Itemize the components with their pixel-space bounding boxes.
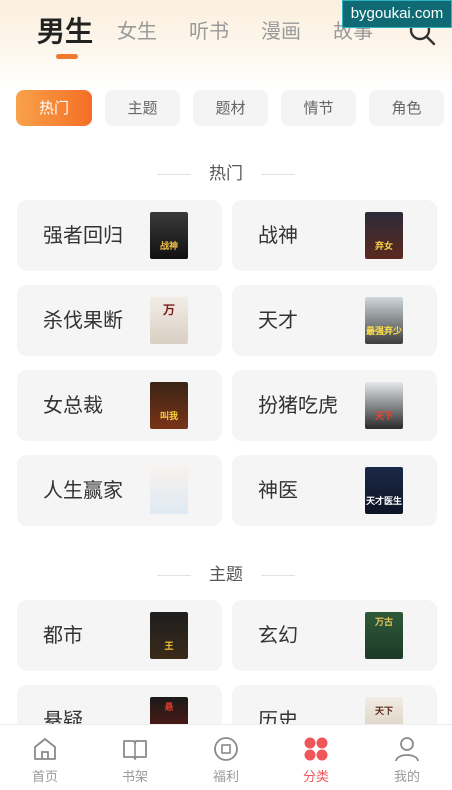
watermark: bygoukai.com: [342, 0, 452, 28]
filter-chip-theme[interactable]: 主题: [105, 90, 180, 126]
book-cover: 天才医生: [365, 467, 403, 514]
cover-text: 悬: [164, 703, 174, 713]
nav-bookshelf[interactable]: 书架: [90, 725, 180, 790]
cover-text: 最强弃少: [365, 327, 402, 337]
category-icon: [304, 737, 328, 761]
category-card[interactable]: 杀伐果断 万: [17, 285, 222, 356]
book-cover: [150, 467, 188, 514]
cover-text: 天下: [374, 412, 393, 422]
divider-line: [261, 174, 295, 175]
category-card[interactable]: 天才 最强弃少: [232, 285, 437, 356]
category-card[interactable]: 人生赢家: [17, 455, 222, 526]
category-label: 扮猪吃虎: [258, 393, 338, 417]
book-cover: 叫我: [150, 382, 188, 429]
cover-text: 万: [162, 303, 175, 317]
filter-chip-genre[interactable]: 题材: [193, 90, 268, 126]
nav-home[interactable]: 首页: [0, 725, 90, 790]
welfare-icon: [214, 737, 238, 761]
tab-audiobook[interactable]: 听书: [189, 16, 229, 46]
category-label: 玄幻: [258, 623, 298, 647]
category-label: 女总裁: [43, 393, 103, 417]
cover-text: 天才医生: [365, 497, 402, 507]
category-label: 都市: [43, 623, 83, 647]
book-cover: 万: [150, 297, 188, 344]
category-label: 人生赢家: [43, 478, 123, 502]
divider-line: [157, 174, 191, 175]
cover-text: 叫我: [159, 412, 178, 422]
nav-welfare[interactable]: 福利: [181, 725, 271, 790]
filter-chip-hot[interactable]: 热门: [16, 90, 92, 126]
section-title-theme: 主题: [0, 563, 452, 587]
filter-chip-bar: 热门 主题 题材 情节 角色: [0, 90, 452, 126]
category-card[interactable]: 玄幻 万古: [232, 600, 437, 671]
cover-text: 王: [164, 642, 174, 652]
divider-line: [261, 575, 295, 576]
category-label: 神医: [258, 478, 298, 502]
category-label: 天才: [258, 308, 298, 332]
nav-label: 福利: [212, 770, 239, 785]
profile-icon: [395, 737, 419, 762]
bookshelf-icon: [123, 740, 147, 760]
tab-girls[interactable]: 女生: [117, 16, 157, 46]
nav-label: 分类: [302, 770, 329, 785]
book-cover: 王: [150, 612, 188, 659]
cover-text: 战神: [159, 242, 178, 252]
book-cover: 战神: [150, 212, 188, 259]
nav-label: 首页: [31, 770, 58, 785]
cover-text: 天下: [374, 707, 393, 717]
cover-text: 万古: [374, 618, 393, 628]
filter-chip-role[interactable]: 角色: [369, 90, 444, 126]
home-icon: [34, 738, 56, 760]
nav-label: 书架: [121, 770, 148, 785]
tab-comics[interactable]: 漫画: [261, 16, 301, 46]
bottom-nav: 首页 书架 福利 分类 我的: [0, 724, 452, 790]
section-title-text: 主题: [209, 565, 243, 585]
book-cover: 万古: [365, 612, 403, 659]
category-card[interactable]: 都市 王: [17, 600, 222, 671]
tab-boys[interactable]: 男生: [37, 14, 93, 50]
category-card[interactable]: 神医 天才医生: [232, 455, 437, 526]
book-cover: 天下: [365, 382, 403, 429]
nav-label: 我的: [393, 770, 420, 785]
filter-chip-plot[interactable]: 情节: [281, 90, 356, 126]
book-cover: 最强弃少: [365, 297, 403, 344]
cover-text: 弃女: [374, 242, 393, 252]
category-card[interactable]: 扮猪吃虎 天下: [232, 370, 437, 441]
nav-category[interactable]: 分类: [271, 725, 361, 790]
category-label: 战神: [258, 223, 298, 247]
section-title-text: 热门: [209, 164, 243, 184]
section-title-hot: 热门: [0, 162, 452, 186]
divider-line: [157, 575, 191, 576]
category-card[interactable]: 战神 弃女: [232, 200, 437, 271]
category-label: 杀伐果断: [43, 308, 123, 332]
category-card[interactable]: 女总裁 叫我: [17, 370, 222, 441]
book-cover: 弃女: [365, 212, 403, 259]
category-label: 强者回归: [43, 223, 123, 247]
nav-profile[interactable]: 我的: [362, 725, 452, 790]
category-card[interactable]: 强者回归 战神: [17, 200, 222, 271]
active-tab-indicator: [56, 54, 78, 59]
